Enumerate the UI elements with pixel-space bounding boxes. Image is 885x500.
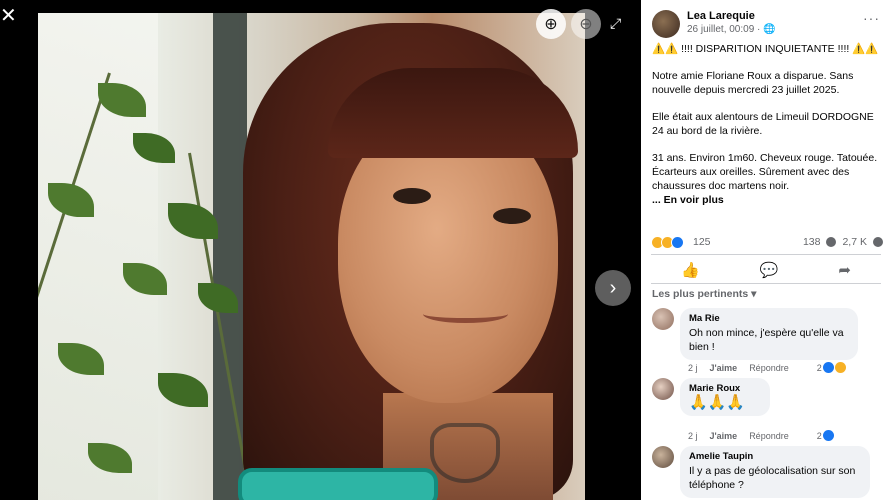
close-icon[interactable]: ✕ (0, 6, 17, 26)
share-button[interactable]: ➦ (838, 261, 851, 279)
comment-count[interactable]: 138 (803, 236, 821, 248)
avatar[interactable] (652, 378, 674, 400)
comment-like-button[interactable]: J'aime (710, 363, 738, 373)
post-header: Lea Larequie 26 juillet, 00:09 · 🌐 (652, 10, 776, 38)
post-actions: 👍 💬 ➦ (651, 258, 881, 282)
photo-bangs (328, 68, 578, 158)
photo-viewer: ✕ ⊕ ⊖ ⤢ › (0, 0, 641, 500)
post-panel: Lea Larequie 26 juillet, 00:09 · 🌐 ··· ⚠… (641, 0, 885, 500)
like-reaction-icon (822, 362, 834, 373)
photo-frame (213, 13, 247, 500)
reaction-count[interactable]: 125 (693, 236, 711, 248)
comment-item: Ma Rie Oh non mince, j'espère qu'elle va… (652, 308, 858, 360)
globe-icon: 🌐 (763, 24, 776, 35)
post-body: ⚠️⚠️ !!!! DISPARITION INQUIETANTE !!!! ⚠… (652, 42, 882, 207)
like-button[interactable]: 👍 (681, 261, 700, 279)
plant-leaf (158, 373, 208, 407)
zoom-out-button[interactable]: ⊖ (571, 9, 601, 39)
zoom-out-icon: ⊖ (579, 16, 593, 33)
photo-eye (493, 208, 531, 224)
comment-author[interactable]: Ma Rie (689, 313, 849, 324)
post-photo (38, 13, 585, 500)
comment-reply-button[interactable]: Répondre (749, 363, 789, 373)
plant-leaf (168, 203, 218, 239)
comment-item: Amelie Taupin Il y a pas de géolocalisat… (652, 446, 870, 498)
post-date[interactable]: 26 juillet, 00:09 · 🌐 (687, 24, 776, 35)
share-icon: ➦ (838, 262, 851, 279)
next-photo-button[interactable]: › (595, 270, 631, 306)
comment-text: 🙏🙏🙏 (689, 394, 746, 411)
zoom-in-button[interactable]: ⊕ (536, 9, 566, 39)
comment-reply-button[interactable]: Répondre (749, 431, 789, 441)
photo-mouth (423, 305, 508, 323)
comment-text: Oh non mince, j'espère qu'elle va bien ! (689, 327, 844, 353)
reaction-summary: 125 138 2,7 K (651, 234, 883, 250)
comment-reaction-count: 2 (816, 430, 822, 441)
comment-button[interactable]: 💬 (760, 261, 779, 279)
comment-author[interactable]: Amelie Taupin (689, 451, 861, 462)
comment-count-icon (826, 237, 837, 247)
photo-eye (393, 188, 431, 204)
comment-time[interactable]: 2 j (688, 363, 698, 373)
comment-meta: 2 j J'aime Répondre 2 (688, 430, 834, 441)
comment-like-button[interactable]: J'aime (710, 431, 738, 441)
photo-phone (238, 468, 438, 500)
divider (651, 283, 881, 284)
comment-sort-dropdown[interactable]: Les plus pertinents ▾ (652, 288, 756, 300)
more-options-icon[interactable]: ··· (863, 10, 880, 26)
share-count[interactable]: 2,7 K (842, 236, 867, 248)
comment-meta: 2 j J'aime Répondre 2 (688, 362, 846, 373)
post-date-text: 26 juillet, 00:09 · (687, 24, 764, 35)
comment-author[interactable]: Marie Roux (689, 383, 761, 394)
expand-icon[interactable]: ⤢ (610, 15, 628, 33)
like-icon: 👍 (681, 262, 700, 279)
comment-reaction-count: 2 (816, 362, 822, 373)
see-more-link[interactable]: ... En voir plus (652, 193, 882, 207)
comment-icon: 💬 (759, 262, 779, 279)
wow-reaction-icon (834, 362, 846, 373)
like-reaction-icon (671, 235, 684, 249)
comment-time[interactable]: 2 j (688, 431, 698, 441)
comment-text: Il y a pas de géolocalisation sur son té… (689, 465, 856, 491)
zoom-in-icon: ⊕ (544, 16, 558, 33)
post-paragraph: Notre amie Floriane Roux a disparue. San… (652, 70, 854, 96)
chevron-right-icon: › (609, 276, 617, 299)
like-reaction-icon (822, 430, 834, 441)
post-stats: 138 2,7 K (803, 236, 883, 248)
avatar[interactable] (652, 308, 674, 330)
comment-reactions[interactable]: 2 (817, 430, 834, 441)
photo-tattoo (430, 423, 500, 483)
avatar[interactable] (652, 10, 680, 38)
divider (651, 254, 881, 255)
post-paragraph: ⚠️⚠️ !!!! DISPARITION INQUIETANTE !!!! ⚠… (652, 43, 879, 55)
share-count-icon (873, 237, 883, 247)
comment-item: Marie Roux 🙏🙏🙏 (652, 378, 770, 416)
post-paragraph: Elle était aux alentours de Limeuil DORD… (652, 111, 874, 137)
comment-bubble: Amelie Taupin Il y a pas de géolocalisat… (680, 446, 870, 498)
avatar[interactable] (652, 446, 674, 468)
comment-bubble: Marie Roux 🙏🙏🙏 (680, 378, 770, 416)
author-name[interactable]: Lea Larequie (687, 10, 776, 22)
post-paragraph: 31 ans. Environ 1m60. Cheveux rouge. Tat… (652, 152, 878, 192)
comment-bubble: Ma Rie Oh non mince, j'espère qu'elle va… (680, 308, 858, 360)
reaction-icons[interactable] (651, 235, 684, 249)
comment-reactions[interactable]: 2 (817, 362, 846, 373)
